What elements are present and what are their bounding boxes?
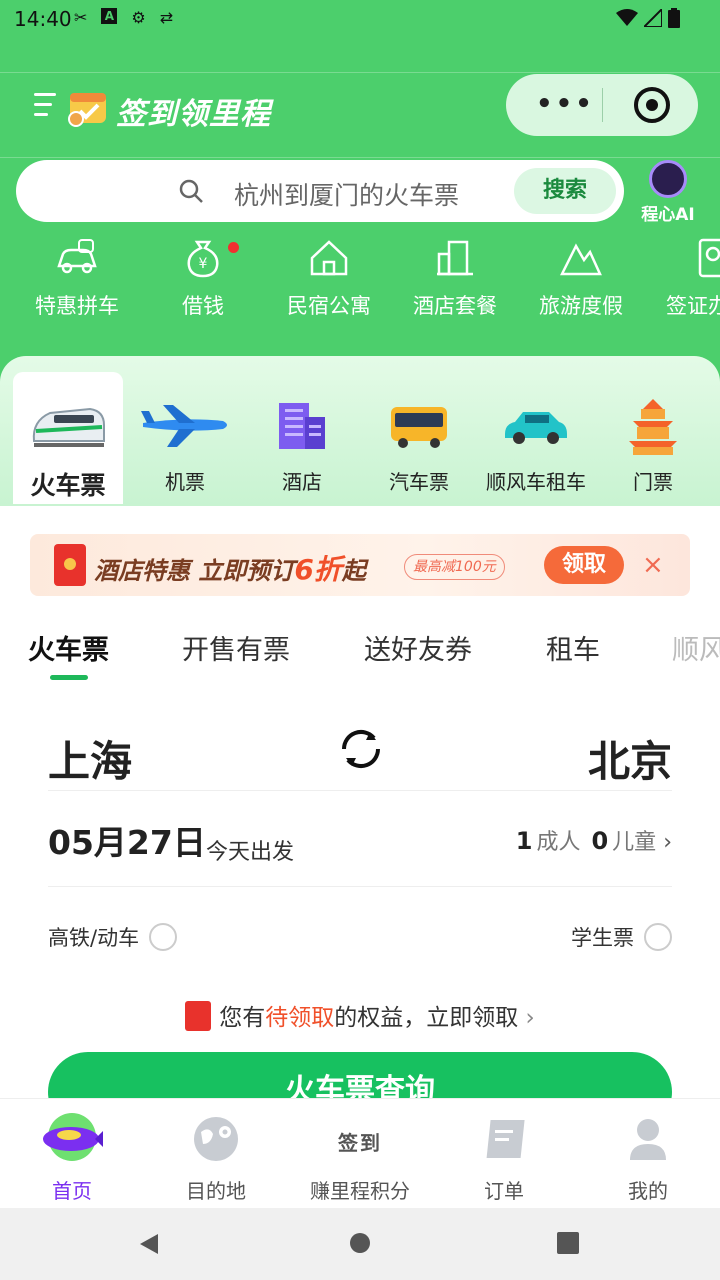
promo-max-discount: 最高减100元	[404, 554, 505, 580]
system-nav-bar	[0, 1208, 720, 1280]
mountain-icon	[560, 243, 602, 276]
passport-icon	[698, 238, 720, 278]
bus-icon	[391, 407, 447, 448]
notification-a-icon: A	[101, 8, 118, 24]
category-bus[interactable]: 汽车票	[364, 372, 474, 504]
airplane-icon	[141, 405, 227, 447]
quick-link-vacation[interactable]: 旅游度假	[518, 238, 644, 320]
chevron-right-icon: ›	[663, 830, 672, 855]
tools-icon: ✂	[74, 8, 88, 27]
tab-train-ticket[interactable]: 火车票	[28, 628, 109, 680]
category-flight[interactable]: 机票	[130, 372, 240, 504]
nav-checkin[interactable]: 签到 赚里程积分	[288, 1111, 432, 1204]
data-arrows-icon: ⇄	[159, 8, 174, 27]
battery-icon	[668, 8, 680, 28]
red-envelope-icon	[54, 544, 86, 586]
search-placeholder: 杭州到厦门的火车票	[234, 181, 460, 210]
quick-link-loan[interactable]: ¥ 借钱	[140, 238, 266, 320]
nav-home[interactable]: 首页	[0, 1111, 144, 1204]
destination-globe-icon	[194, 1117, 238, 1161]
passenger-selector[interactable]: 1 成人 0 儿童 ›	[512, 824, 672, 856]
quick-links: 特惠拼车 ¥ 借钱 民宿公寓 酒店套餐 旅游度假 签证办	[0, 238, 720, 338]
sub-tabs: 火车票 开售有票 送好友券 租车 顺风	[0, 620, 720, 680]
category-rideshare-rental[interactable]: 顺风车租车	[481, 372, 591, 504]
bottom-nav: 首页 目的地 签到 赚里程积分 订单 我的	[0, 1098, 720, 1208]
student-radio[interactable]	[644, 923, 672, 951]
date-note: 今天出发	[206, 840, 295, 865]
nav-profile[interactable]: 我的	[576, 1111, 720, 1204]
tab-rideshare[interactable]: 顺风	[672, 628, 720, 667]
category-tickets[interactable]: 门票	[598, 372, 708, 504]
more-options-button[interactable]: •••	[536, 91, 595, 117]
benefit-link[interactable]: 您有待领取的权益，立即领取 ›	[0, 998, 720, 1032]
money-bag-icon: ¥	[187, 240, 219, 278]
category-panel: 火车票 机票 酒店 汽车票 顺风车租车 门票	[0, 356, 720, 515]
wifi-icon	[616, 9, 638, 26]
header-title[interactable]: 签到领里程	[116, 89, 271, 133]
quick-link-hotel-package[interactable]: 酒店套餐	[392, 238, 518, 320]
nav-orders[interactable]: 订单	[432, 1111, 576, 1204]
tab-gift-coupon[interactable]: 送好友券	[364, 628, 472, 667]
arrival-city[interactable]: 北京	[588, 728, 672, 789]
status-bar: 14:40 ✂ A ⚙ ⇄	[0, 0, 720, 36]
recents-square-icon[interactable]	[557, 1232, 579, 1254]
hotel-building-icon	[437, 240, 473, 276]
temple-icon	[629, 399, 677, 455]
tab-car-rental[interactable]: 租车	[546, 628, 600, 667]
category-train[interactable]: 火车票	[13, 372, 123, 515]
ai-assistant-button[interactable]: 程心AI	[636, 160, 700, 225]
unread-dot	[228, 242, 239, 253]
miniapp-capsule: •••	[506, 74, 698, 136]
status-time: 14:40	[14, 7, 72, 31]
search-bar[interactable]: 杭州到厦门的火车票 搜索	[16, 160, 624, 222]
quick-link-carpool[interactable]: 特惠拼车	[14, 238, 140, 320]
signal-icon	[644, 9, 662, 27]
menu-icon[interactable]	[34, 93, 56, 121]
house-icon	[310, 240, 348, 276]
train-query-button[interactable]: 火车票查询	[48, 1052, 672, 1098]
student-ticket-option[interactable]: 学生票	[571, 922, 672, 952]
close-icon[interactable]: ×	[642, 550, 664, 580]
ai-label: 程心AI	[641, 205, 695, 225]
nav-destination[interactable]: 目的地	[144, 1111, 288, 1204]
quick-link-visa[interactable]: 签证办	[644, 238, 720, 320]
swap-cities-icon[interactable]	[334, 722, 388, 776]
home-circle-icon[interactable]	[349, 1232, 371, 1254]
chevron-right-icon: ›	[525, 1005, 535, 1031]
booking-area: 酒店特惠 立即预订6折起 最高减100元 领取 × 火车票 开售有票 送好友券 …	[0, 506, 720, 1098]
hotel-icon	[279, 403, 325, 449]
claim-button[interactable]: 领取	[544, 546, 624, 584]
checkin-badge: 签到	[338, 1131, 382, 1155]
ai-robot-icon	[649, 160, 687, 198]
departure-date[interactable]: 05月27日	[48, 816, 206, 864]
red-envelope-icon	[185, 1001, 212, 1031]
departure-city[interactable]: 上海	[48, 728, 132, 789]
train-icon	[32, 407, 105, 447]
high-speed-option[interactable]: 高铁/动车	[48, 922, 178, 952]
checkin-calendar-logo	[68, 93, 106, 127]
settings-gear-icon: ⚙	[131, 8, 146, 27]
back-icon[interactable]	[138, 1232, 162, 1256]
profile-icon	[630, 1119, 666, 1160]
home-blimp-icon	[43, 1113, 103, 1161]
tab-on-sale[interactable]: 开售有票	[182, 628, 290, 667]
svg-text:¥: ¥	[199, 256, 208, 272]
close-miniapp-button[interactable]	[634, 87, 670, 123]
search-button[interactable]: 搜索	[514, 168, 616, 214]
orders-icon	[486, 1120, 525, 1158]
car-icon	[505, 412, 567, 444]
search-icon	[179, 179, 203, 203]
high-speed-radio[interactable]	[149, 923, 178, 951]
quick-link-homestay[interactable]: 民宿公寓	[266, 238, 392, 320]
hotel-promo-banner[interactable]: 酒店特惠 立即预订6折起 最高减100元 领取 ×	[30, 534, 690, 596]
category-hotel[interactable]: 酒店	[247, 372, 357, 504]
car-share-icon	[57, 239, 97, 274]
